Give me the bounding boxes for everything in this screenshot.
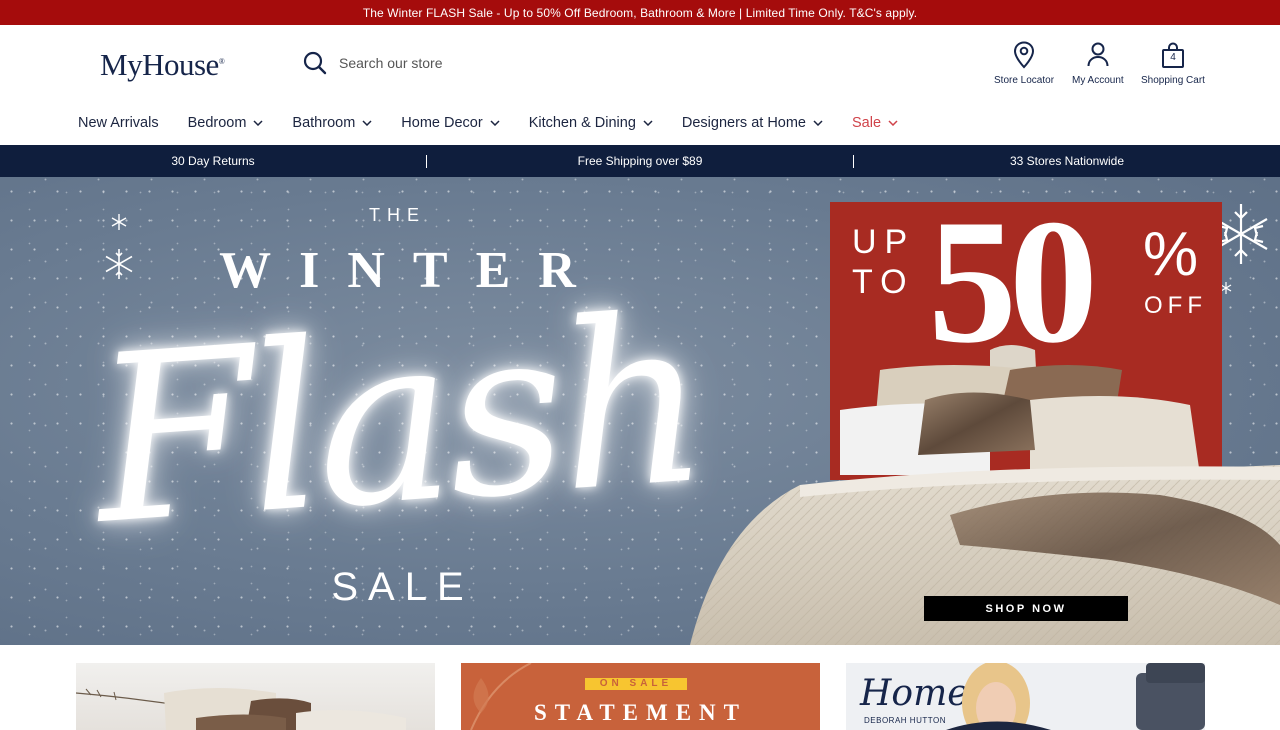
- map-pin-icon: [1014, 41, 1035, 69]
- my-account-link[interactable]: My Account: [1072, 41, 1124, 86]
- offer-percentage-value: 50: [928, 182, 1098, 380]
- nav-item-bathroom[interactable]: Bathroom: [292, 115, 372, 131]
- bedding-image: [76, 688, 406, 730]
- offer-up-to: UP TO: [852, 222, 915, 302]
- hero-sale-heading: SALE: [331, 565, 474, 609]
- tile-designer[interactable]: Home DEBORAH HUTTON: [846, 663, 1205, 730]
- chevron-down-icon: [813, 119, 823, 126]
- offer-percent-sign: %: [1143, 220, 1199, 289]
- chevron-down-icon: [362, 119, 372, 126]
- site-header: MyHouse® Store Locator My Account 4 Sh: [0, 25, 1280, 100]
- nav-item-designers-at-home[interactable]: Designers at Home: [682, 115, 823, 131]
- nav-item-home-decor[interactable]: Home Decor: [401, 114, 500, 131]
- nav-item-kitchen-dining[interactable]: Kitchen & Dining: [529, 115, 653, 131]
- logo-text: MyHouse: [100, 47, 219, 82]
- search-icon[interactable]: [303, 51, 327, 75]
- chevron-down-icon: [643, 119, 653, 126]
- store-locator-link[interactable]: Store Locator: [994, 41, 1054, 86]
- nav-label: Bathroom: [292, 114, 356, 131]
- nav-label: Home Decor: [401, 114, 483, 131]
- nav-item-new-arrivals[interactable]: New Arrivals: [78, 115, 159, 131]
- logo[interactable]: MyHouse®: [100, 47, 225, 83]
- usp-shipping[interactable]: Free Shipping over $89: [427, 154, 853, 168]
- cart-count-badge: 4: [1170, 52, 1176, 63]
- category-tiles: ON SALE STATEMENT Home DEBORAH HUTTON: [0, 663, 1280, 730]
- offer-up: UP: [852, 223, 916, 261]
- chevron-down-icon: [253, 119, 263, 126]
- chevron-down-icon: [888, 119, 898, 126]
- usp-stores[interactable]: 33 Stores Nationwide: [854, 154, 1280, 168]
- store-locator-label: Store Locator: [994, 75, 1055, 86]
- nav-label: Sale: [852, 114, 882, 131]
- shopping-cart-link[interactable]: 4 Shopping Cart: [1141, 41, 1205, 86]
- user-icon: [1087, 42, 1109, 67]
- designer-photo: [946, 663, 1205, 730]
- nav-label: Kitchen & Dining: [528, 114, 636, 131]
- hero-banner[interactable]: THE WINTER Flash SALE UP TO 50 % OFF SHO…: [0, 177, 1280, 645]
- nav-item-bedroom[interactable]: Bedroom: [188, 115, 264, 131]
- promo-text: The Winter FLASH Sale - Up to 50% Off Be…: [362, 5, 918, 20]
- promo-banner[interactable]: The Winter FLASH Sale - Up to 50% Off Be…: [0, 0, 1280, 25]
- search-input[interactable]: [339, 55, 739, 71]
- tile-statement-sale[interactable]: ON SALE STATEMENT: [461, 663, 820, 730]
- statement-heading: STATEMENT: [533, 700, 747, 725]
- search-bar: [303, 51, 739, 75]
- nav-item-sale[interactable]: Sale: [852, 115, 898, 131]
- my-account-label: My Account: [1072, 75, 1124, 86]
- hero-flash-script: Flash: [86, 267, 710, 576]
- main-navigation: New Arrivals Bedroom Bathroom Home Decor…: [0, 100, 1280, 145]
- usp-bar: 30 Day Returns Free Shipping over $89 33…: [0, 145, 1280, 177]
- shopping-cart-label: Shopping Cart: [1141, 75, 1205, 86]
- hero-eyebrow: THE: [369, 205, 426, 225]
- nav-label: Designers at Home: [681, 114, 806, 131]
- nav-label: New Arrivals: [78, 114, 159, 131]
- shop-now-button[interactable]: SHOP NOW: [924, 596, 1128, 621]
- offer-to: TO: [852, 263, 915, 301]
- nav-label: Bedroom: [187, 114, 247, 131]
- usp-returns[interactable]: 30 Day Returns: [0, 154, 426, 168]
- offer-off: OFF: [1144, 292, 1207, 319]
- chevron-down-icon: [490, 119, 500, 126]
- on-sale-badge: ON SALE: [585, 678, 687, 690]
- tile-bedroom[interactable]: [76, 663, 435, 730]
